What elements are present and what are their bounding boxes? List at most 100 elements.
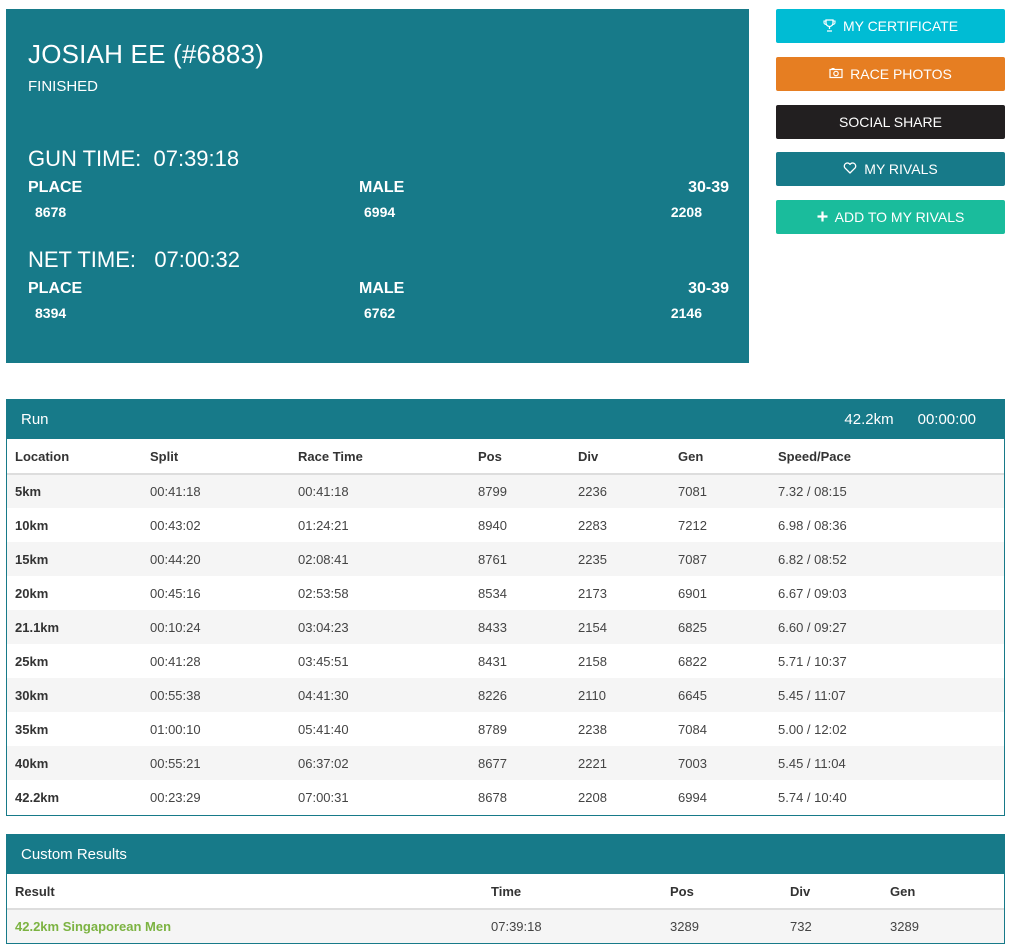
net-time-title: NET TIME: 07:00:32 <box>28 247 240 272</box>
split-cell-speed-pace: 6.82 / 08:52 <box>770 542 1004 576</box>
race-photos-button[interactable]: RACE PHOTOS <box>776 57 1005 91</box>
gun-gender-label: MALE <box>359 179 405 196</box>
plus-icon <box>817 211 828 224</box>
split-cell-speed-pace: 6.67 / 09:03 <box>778 585 847 601</box>
split-cell-pos: 8799 <box>470 474 570 508</box>
split-cell-gen: 7084 <box>678 721 707 737</box>
split-cell-race-time: 04:41:30 <box>290 678 470 712</box>
custom-result-row: 42.2km Singaporean Men 07:39:18 3289 732 328… <box>7 909 1004 943</box>
gun-place: PLACE 8678 <box>28 179 82 221</box>
split-cell-speed-pace: 5.45 / 11:07 <box>770 678 1004 712</box>
gun-division-label: 30-39 <box>688 179 729 196</box>
split-cell-race-time: 02:53:58 <box>298 585 349 601</box>
my-certificate-label: MY CERTIFICATE <box>842 18 959 34</box>
custom-cell-div: 732 <box>782 909 882 943</box>
add-to-my-rivals-label: ADD TO MY RIVALS <box>834 209 965 225</box>
custom-results-table: Result Time Pos Div Gen 42.2km Singapore… <box>7 874 1004 943</box>
split-cell-speed-pace: 5.00 / 12:02 <box>778 721 847 737</box>
my-certificate-button[interactable]: MY CERTIFICATE <box>776 9 1005 43</box>
gun-time-block: GUN TIME: 07:39:18 PLACE 8678 MALE 6994 … <box>28 145 729 229</box>
net-gender: MALE 6762 <box>359 280 404 322</box>
split-cell-location: 40km <box>7 746 142 780</box>
run-panel-title: Run <box>21 411 49 428</box>
net-time-block: NET TIME: 07:00:32 PLACE 8394 MALE 6762 … <box>28 246 729 330</box>
split-cell-split: 00:45:16 <box>150 585 201 601</box>
net-division-value: 2146 <box>670 305 702 321</box>
net-division-label: 30-39 <box>688 280 729 297</box>
split-row: 30km 00:55:38 04:41:30 8226 2110 6645 5.45 / 1… <box>7 678 1004 712</box>
run-panel-distance: 42.2km <box>844 411 894 428</box>
custom-results-body: 42.2km Singaporean Men 07:39:18 3289 732 328… <box>7 909 1004 943</box>
split-cell-speed-pace: 6.98 / 08:36 <box>778 517 847 533</box>
split-cell-race-time: 05:41:40 <box>298 721 349 737</box>
split-cell-split: 00:55:21 <box>142 746 290 780</box>
split-cell-div: 2221 <box>570 746 670 780</box>
split-cell-gen: 6901 <box>678 585 707 601</box>
social-share-button[interactable]: SOCIAL SHARE <box>776 105 1005 139</box>
athlete-status: FINISHED <box>28 78 99 95</box>
gun-division: 30-39 2208 <box>671 179 729 221</box>
split-cell-div: 2235 <box>570 542 670 576</box>
split-cell-gen: 6822 <box>678 653 707 669</box>
split-cell-race-time: 01:24:21 <box>298 517 349 533</box>
split-row: 10km 00:43:02 01:24:21 8940 2283 7212 6.98 / 0… <box>7 508 1004 542</box>
net-gender-value: 6762 <box>364 305 396 321</box>
gun-time-title: GUN TIME: 07:39:18 <box>28 146 240 171</box>
col-header-div: Div <box>570 439 670 475</box>
split-cell-gen: 6825 <box>670 610 770 644</box>
split-cell-location: 30km <box>7 678 142 712</box>
split-cell-div: 2208 <box>578 789 607 805</box>
split-cell-div: 2158 <box>578 653 607 669</box>
split-cell-pos: 8431 <box>478 653 507 669</box>
split-row: 40km 00:55:21 06:37:02 8677 2221 7003 5.45 / 1… <box>7 746 1004 780</box>
net-place-label: PLACE <box>28 280 83 297</box>
net-place-value: 8394 <box>35 305 67 321</box>
split-cell-location: 20km <box>15 585 49 601</box>
gun-place-label: PLACE <box>28 179 83 196</box>
split-cell-split: 00:55:38 <box>142 678 290 712</box>
custom-header-row: Result Time Pos Div Gen <box>7 874 1004 910</box>
social-share-label: SOCIAL SHARE <box>839 114 942 130</box>
gun-gender: MALE 6994 <box>359 179 404 221</box>
split-cell-pos: 8534 <box>478 585 507 601</box>
split-cell-split: 00:43:02 <box>150 517 201 533</box>
custom-panel-title: Custom Results <box>21 846 127 863</box>
gun-division-value: 2208 <box>670 204 702 220</box>
split-row: 42.2km 00:23:29 07:00:31 8678 2208 6994 5.74 /… <box>7 780 1004 814</box>
add-to-my-rivals-button[interactable]: ADD TO MY RIVALS <box>776 200 1005 234</box>
col-header-split: Split <box>142 439 290 475</box>
col-header-custom-pos: Pos <box>662 874 782 910</box>
split-cell-split: 00:41:18 <box>142 474 290 508</box>
col-header-custom-div: Div <box>782 874 882 910</box>
split-cell-location: 42.2km <box>15 789 60 805</box>
custom-cell-gen: 3289 <box>882 909 1004 943</box>
gun-place-value: 8678 <box>35 204 67 220</box>
split-cell-pos: 8678 <box>478 789 507 805</box>
split-cell-pos: 8433 <box>470 610 570 644</box>
custom-panel-header: Custom Results <box>7 835 1004 874</box>
split-cell-location: 25km <box>15 653 49 669</box>
net-division: 30-39 2146 <box>671 280 729 322</box>
split-row: 21.1km 00:10:24 03:04:23 8433 2154 6825 6.60 /… <box>7 610 1004 644</box>
trophy-icon <box>823 18 836 34</box>
split-row: 5km 00:41:18 00:41:18 8799 2236 7081 7.32 / 08… <box>7 474 1004 508</box>
my-rivals-button[interactable]: MY RIVALS <box>776 152 1005 186</box>
split-cell-div: 2110 <box>570 678 670 712</box>
split-cell-pos: 8677 <box>470 746 570 780</box>
split-cell-div: 2238 <box>578 721 607 737</box>
custom-cell-result[interactable]: 42.2km Singaporean Men <box>7 909 483 943</box>
split-cell-split: 01:00:10 <box>150 721 201 737</box>
custom-cell-pos: 3289 <box>662 909 782 943</box>
split-cell-location: 35km <box>15 721 49 737</box>
col-header-gen: Gen <box>670 439 770 475</box>
split-cell-pos: 8789 <box>478 721 507 737</box>
split-cell-race-time: 06:37:02 <box>290 746 470 780</box>
net-place: PLACE 8394 <box>28 280 82 322</box>
split-cell-pos: 8761 <box>470 542 570 576</box>
split-cell-race-time: 02:08:41 <box>290 542 470 576</box>
camera-icon <box>829 67 843 81</box>
split-row: 15km 00:44:20 02:08:41 8761 2235 7087 6.82 / 0… <box>7 542 1004 576</box>
split-cell-speed-pace: 5.74 / 10:40 <box>778 789 847 805</box>
split-cell-gen: 6645 <box>670 678 770 712</box>
col-header-result: Result <box>7 874 483 910</box>
